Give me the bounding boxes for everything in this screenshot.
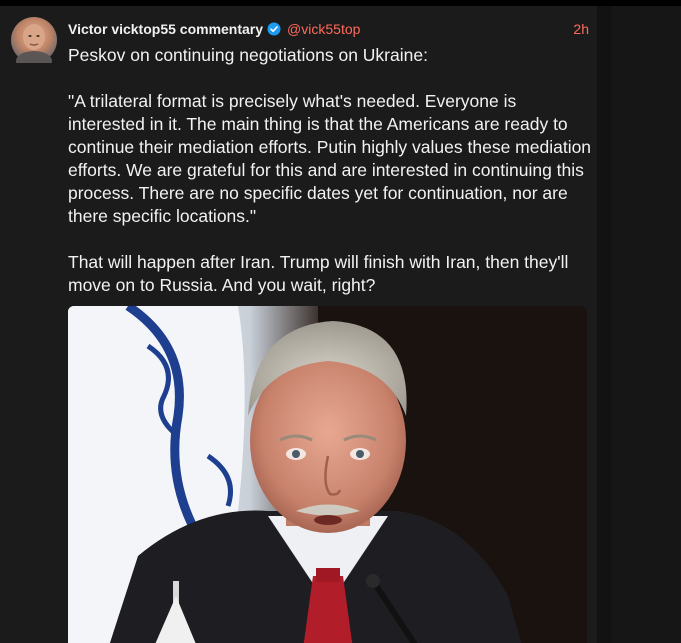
post-header: Victor vicktop55 commentary @vick55top 2…: [68, 20, 589, 38]
post-paragraph: That will happen after Iran. Trump will …: [68, 252, 569, 295]
post-paragraph: Peskov on continuing negotiations on Ukr…: [68, 45, 428, 65]
post-text: Peskov on continuing negotiations on Ukr…: [68, 44, 592, 297]
right-panel: [611, 6, 681, 643]
post-timestamp[interactable]: 2h: [573, 21, 589, 37]
author-name[interactable]: Victor vicktop55 commentary: [68, 21, 263, 37]
post-card: Victor vicktop55 commentary @vick55top 2…: [0, 6, 597, 643]
verified-badge-icon: [267, 22, 281, 36]
post-paragraph: "A trilateral format is precisely what's…: [68, 91, 592, 226]
avatar-face-icon: [16, 24, 52, 63]
user-avatar[interactable]: [11, 17, 57, 63]
post-photo[interactable]: [68, 306, 587, 643]
author-handle[interactable]: @vick55top: [287, 21, 360, 37]
